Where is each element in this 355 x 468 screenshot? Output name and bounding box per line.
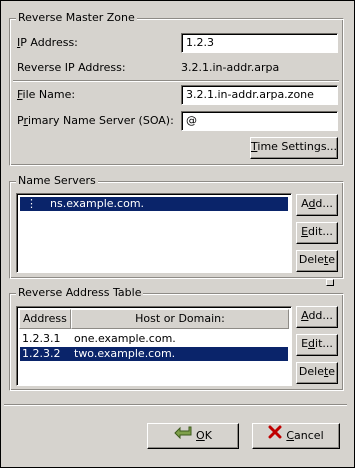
address-table[interactable]: Address Host or Domain: 1.2.3.1 one.exam… bbox=[16, 306, 292, 386]
reverse-ip-value: 3.2.1.in-addr.arpa bbox=[181, 61, 280, 74]
footer-separator bbox=[4, 404, 347, 406]
reverse-address-table-title: Reverse Address Table bbox=[16, 286, 144, 300]
file-name-field[interactable]: 3.2.1.in-addr.arpa.zone bbox=[181, 85, 338, 105]
addr-add-button[interactable]: Add... bbox=[296, 306, 338, 328]
zone-separator bbox=[13, 80, 339, 82]
name-servers-title: Name Servers bbox=[16, 174, 98, 188]
primary-ns-field[interactable]: @ bbox=[181, 111, 338, 131]
table-row[interactable]: 1.2.3.1 one.example.com. bbox=[20, 332, 288, 346]
name-server-label: ns.example.com. bbox=[50, 197, 145, 210]
reverse-master-zone-title: Reverse Master Zone bbox=[16, 11, 137, 25]
ip-address-field[interactable]: 1.2.3 bbox=[181, 33, 338, 53]
column-header-address[interactable]: Address bbox=[19, 309, 71, 329]
reverse-ip-label: Reverse IP Address: bbox=[17, 61, 126, 74]
name-servers-list[interactable]: ⋮ ns.example.com. bbox=[16, 193, 292, 273]
host-cell: one.example.com. bbox=[74, 332, 176, 345]
ns-add-button[interactable]: Add... bbox=[296, 194, 338, 216]
table-row[interactable]: 1.2.3.2 two.example.com. bbox=[20, 347, 288, 361]
column-header-host[interactable]: Host or Domain: bbox=[71, 309, 289, 329]
time-settings-button[interactable]: Time Settings... bbox=[250, 137, 338, 159]
addr-edit-button[interactable]: Edit... bbox=[296, 334, 338, 356]
address-cell: 1.2.3.2 bbox=[22, 347, 61, 360]
ns-edit-button[interactable]: Edit... bbox=[296, 222, 338, 244]
cancel-icon bbox=[268, 424, 282, 448]
addr-delete-button[interactable]: Delete bbox=[296, 362, 338, 384]
pane-resize-handle[interactable] bbox=[326, 279, 334, 286]
ip-address-label: IP Address: bbox=[17, 36, 78, 49]
cancel-button[interactable]: Cancel bbox=[252, 423, 340, 449]
ns-delete-button[interactable]: Delete bbox=[296, 250, 338, 272]
file-name-label: File Name: bbox=[17, 88, 76, 101]
primary-ns-label: Primary Name Server (SOA): bbox=[17, 114, 174, 127]
drag-handle-icon: ⋮ bbox=[26, 197, 37, 210]
host-cell: two.example.com. bbox=[74, 347, 176, 360]
list-item[interactable]: ⋮ ns.example.com. bbox=[20, 197, 288, 211]
ok-button[interactable]: OK bbox=[147, 423, 239, 449]
ok-icon bbox=[174, 424, 192, 448]
address-cell: 1.2.3.1 bbox=[22, 332, 61, 345]
